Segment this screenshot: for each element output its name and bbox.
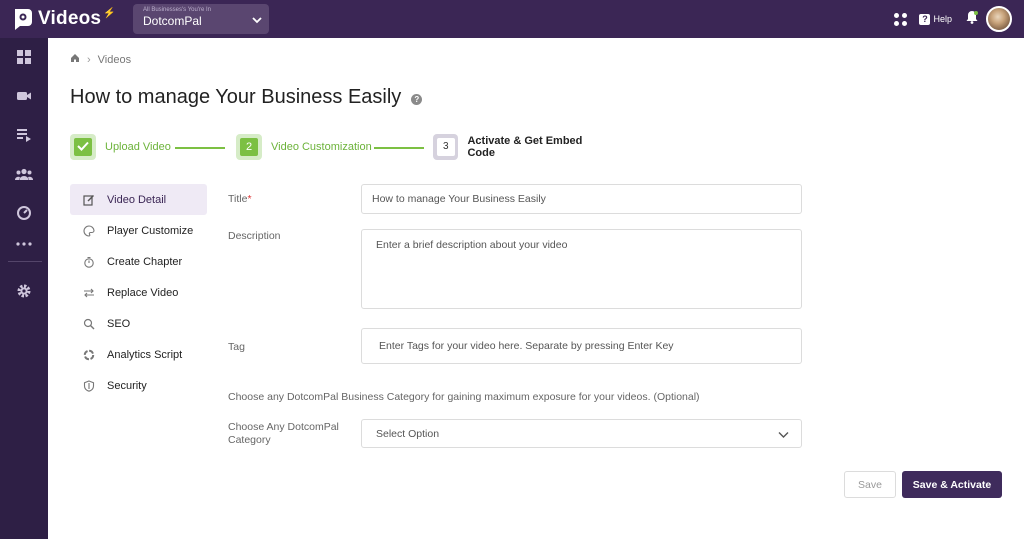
save-button[interactable]: Save: [844, 471, 896, 498]
people-icon[interactable]: [0, 164, 48, 184]
nav-item-label: Video Detail: [107, 193, 167, 206]
step-3-number: 3: [436, 138, 455, 156]
app-logo[interactable]: Videos ⚡: [12, 0, 116, 38]
business-name: DotcomPal: [143, 14, 202, 28]
breadcrumb-separator: ›: [87, 53, 91, 66]
breadcrumb: › Videos: [70, 53, 131, 66]
more-dots-icon[interactable]: [0, 234, 48, 254]
chevron-down-icon: [778, 430, 789, 442]
nav-item-analytics-script[interactable]: Analytics Script: [70, 339, 207, 370]
description-placeholder: Enter a brief description about your vid…: [376, 239, 568, 251]
title-input-value: How to manage Your Business Easily: [372, 193, 546, 205]
nav-item-label: Replace Video: [107, 286, 179, 299]
playlist-icon[interactable]: [0, 125, 48, 145]
step-connector-1: [175, 147, 225, 149]
nav-item-create-chapter[interactable]: Create Chapter: [70, 246, 207, 277]
user-avatar[interactable]: [986, 6, 1012, 32]
category-hint: Choose any DotcomPal Business Category f…: [228, 391, 700, 403]
sidebar-divider: [8, 261, 42, 262]
question-help-icon[interactable]: ?: [411, 93, 423, 105]
edit-icon: [82, 193, 95, 206]
step-2-label: Video Customization: [271, 141, 372, 153]
analytics-ring-icon: [82, 348, 95, 361]
business-switcher-caption: All Businesses's You're In: [143, 7, 211, 13]
nav-item-seo[interactable]: SEO: [70, 308, 207, 339]
nav-item-player-customize[interactable]: Player Customize: [70, 215, 207, 246]
settings-gear-icon[interactable]: [0, 281, 48, 301]
check-icon: [77, 141, 89, 154]
business-switcher[interactable]: All Businesses's You're In DotcomPal: [133, 4, 269, 34]
nav-item-video-detail[interactable]: Video Detail: [70, 184, 207, 215]
nav-item-security[interactable]: Security: [70, 370, 207, 401]
step-2-number: 2: [240, 138, 258, 156]
step-upload-video[interactable]: Upload Video: [70, 134, 171, 160]
nav-item-label: SEO: [107, 317, 131, 330]
help-label: Help: [933, 14, 952, 24]
logo-mark-icon: [12, 7, 34, 31]
step-3-label: Activate & Get Embed Code: [467, 135, 583, 159]
swap-arrows-icon: [82, 286, 95, 299]
tag-label: Tag: [228, 341, 245, 353]
title-label-text: Title: [228, 193, 248, 205]
tag-input[interactable]: Enter Tags for your video here. Separate…: [361, 328, 802, 364]
notification-bell-icon[interactable]: [966, 10, 978, 29]
step-2-indicator: 2: [236, 134, 262, 160]
top-bar: Videos ⚡ All Businesses's You're In Dotc…: [0, 0, 1024, 38]
help-icon: ?: [919, 13, 931, 25]
analytics-gauge-icon[interactable]: [0, 203, 48, 223]
category-label: Choose Any DotcomPal Category: [228, 421, 339, 446]
breadcrumb-current[interactable]: Videos: [98, 54, 131, 66]
step-3-indicator: 3: [433, 134, 459, 160]
step-video-customization[interactable]: 2 Video Customization: [236, 134, 372, 160]
description-label: Description: [228, 230, 281, 242]
nav-item-label: Security: [107, 379, 147, 392]
magnifier-icon: [82, 317, 95, 330]
title-input[interactable]: How to manage Your Business Easily: [361, 184, 802, 214]
nav-item-replace-video[interactable]: Replace Video: [70, 277, 207, 308]
category-select-value: Select Option: [376, 427, 440, 440]
sidebar: [0, 38, 48, 539]
logo-spark-icon: ⚡: [103, 7, 116, 19]
video-camera-icon[interactable]: [0, 86, 48, 106]
description-textarea[interactable]: Enter a brief description about your vid…: [361, 229, 802, 309]
help-button[interactable]: ? Help: [919, 13, 952, 25]
nav-item-label: Create Chapter: [107, 255, 183, 268]
chevron-down-icon: [251, 13, 263, 31]
app-name: Videos: [38, 8, 102, 29]
page-title: How to manage Your Business Easily: [70, 86, 402, 108]
step-connector-2: [374, 147, 424, 149]
step-1-label: Upload Video: [105, 141, 171, 153]
tag-placeholder: Enter Tags for your video here. Separate…: [379, 340, 674, 352]
apps-grid-icon[interactable]: [894, 12, 908, 26]
page-title-row: How to manage Your Business Easily ?: [70, 86, 423, 109]
palette-icon: [82, 224, 95, 237]
shield-icon: [82, 379, 95, 392]
category-select[interactable]: Select Option: [361, 419, 802, 448]
nav-item-label: Analytics Script: [107, 348, 183, 361]
nav-item-label: Player Customize: [107, 224, 194, 237]
required-mark: *: [247, 193, 252, 205]
step-1-indicator: [70, 134, 96, 160]
save-and-activate-button[interactable]: Save & Activate: [902, 471, 1002, 498]
title-label: Title*: [228, 193, 252, 205]
timer-icon: [82, 255, 95, 268]
home-icon[interactable]: [70, 53, 80, 66]
dashboard-icon[interactable]: [0, 47, 48, 67]
step-activate-embed[interactable]: 3 Activate & Get Embed Code: [433, 134, 610, 160]
video-settings-nav: Video Detail Player Customize Create Cha…: [70, 184, 207, 401]
progress-stepper: Upload Video 2 Video Customization 3 Act…: [70, 134, 610, 161]
